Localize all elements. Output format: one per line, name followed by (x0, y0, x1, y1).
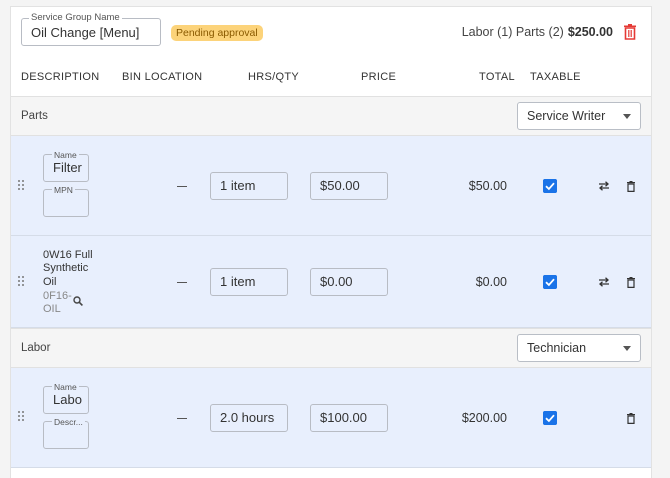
labor-price-input[interactable]: $100.00 (310, 404, 388, 432)
service-group-name-field[interactable]: Service Group Name Oil Change [Menu] (21, 12, 161, 46)
part-total: $0.00 (475, 275, 507, 289)
labor-name-value: Labo (53, 392, 82, 407)
taxable-checkbox-icon[interactable] (543, 411, 557, 425)
col-total: TOTAL (479, 71, 515, 83)
part-name-line: Oil (43, 276, 57, 288)
bin-location-empty (177, 186, 187, 187)
summary-total: $250.00 (567, 25, 613, 39)
drag-handle-icon[interactable] (18, 411, 26, 423)
part-name-value: Filter (53, 160, 82, 175)
part-mpn-line: 0F16- (43, 290, 72, 302)
taxable-checkbox-icon[interactable] (543, 275, 557, 289)
col-price: PRICE (361, 71, 397, 83)
col-hrs-qty: HRS/QTY (248, 71, 299, 83)
col-taxable: TAXABLE (530, 71, 581, 83)
service-group-name-legend: Service Group Name (29, 12, 122, 24)
drag-handle-icon[interactable] (18, 276, 26, 288)
part-name-line: Synthetic (43, 262, 89, 274)
part-price-input[interactable]: $50.00 (310, 172, 388, 200)
service-group-card: Service Group Name Oil Change [Menu] Pen… (10, 6, 652, 478)
part-row: 0W16 Full Synthetic Oil 0F16- OIL 1 item… (11, 236, 651, 328)
part-mpn-field[interactable]: MPN (43, 184, 89, 217)
status-badge: Pending approval (171, 25, 263, 41)
labor-assignee-select[interactable]: Technician (517, 334, 641, 362)
part-total: $50.00 (468, 179, 507, 193)
trash-icon[interactable] (627, 277, 635, 288)
service-group-name-value: Oil Change [Menu] (31, 25, 140, 40)
parts-assignee-value: Service Writer (527, 109, 606, 123)
search-icon[interactable] (73, 296, 83, 306)
part-name-field[interactable]: Name Filter (43, 149, 89, 182)
chevron-down-icon (623, 114, 631, 119)
labor-section-label: Labor (21, 342, 51, 354)
labor-total: $200.00 (461, 411, 507, 425)
col-description: DESCRIPTION (21, 71, 100, 83)
labor-row: Name Labo Descr... 2.0 hours $100.00 $20… (11, 368, 651, 468)
labor-section-header: Labor Technician (11, 328, 651, 368)
delete-group-trash-icon[interactable] (624, 24, 636, 40)
swap-icon[interactable] (598, 277, 610, 287)
part-price-input[interactable]: $0.00 (310, 268, 388, 296)
part-qty-input[interactable]: 1 item (210, 268, 288, 296)
labor-description-legend: Descr... (52, 416, 85, 428)
part-row: Name Filter MPN 1 item $50.00 $50.00 (11, 136, 651, 236)
col-bin-location: BIN LOCATION (122, 71, 203, 83)
summary-counts: Labor (1) Parts (2) (461, 25, 564, 39)
taxable-checkbox-icon[interactable] (543, 179, 557, 193)
drag-handle-icon[interactable] (18, 180, 26, 192)
labor-assignee-value: Technician (527, 341, 587, 355)
labor-description-field[interactable]: Descr... (43, 416, 89, 449)
bin-location-empty (177, 282, 187, 283)
trash-icon[interactable] (627, 413, 635, 424)
service-group-header: Service Group Name Oil Change [Menu] Pen… (11, 7, 653, 59)
swap-icon[interactable] (598, 181, 610, 191)
part-name-line: 0W16 Full (43, 249, 93, 261)
part-mpn-line: OIL (43, 303, 61, 315)
trash-icon[interactable] (627, 181, 635, 192)
bin-location-empty (177, 418, 187, 419)
parts-assignee-select[interactable]: Service Writer (517, 102, 641, 130)
part-mpn-legend: MPN (52, 184, 75, 196)
chevron-down-icon (623, 346, 631, 351)
labor-hours-input[interactable]: 2.0 hours (210, 404, 288, 432)
parts-section-header: Parts Service Writer (11, 96, 651, 136)
parts-section-label: Parts (21, 110, 48, 122)
service-group-summary: Labor (1) Parts (2) $250.00 (462, 25, 613, 39)
part-qty-input[interactable]: 1 item (210, 172, 288, 200)
labor-name-field[interactable]: Name Labo (43, 381, 89, 414)
